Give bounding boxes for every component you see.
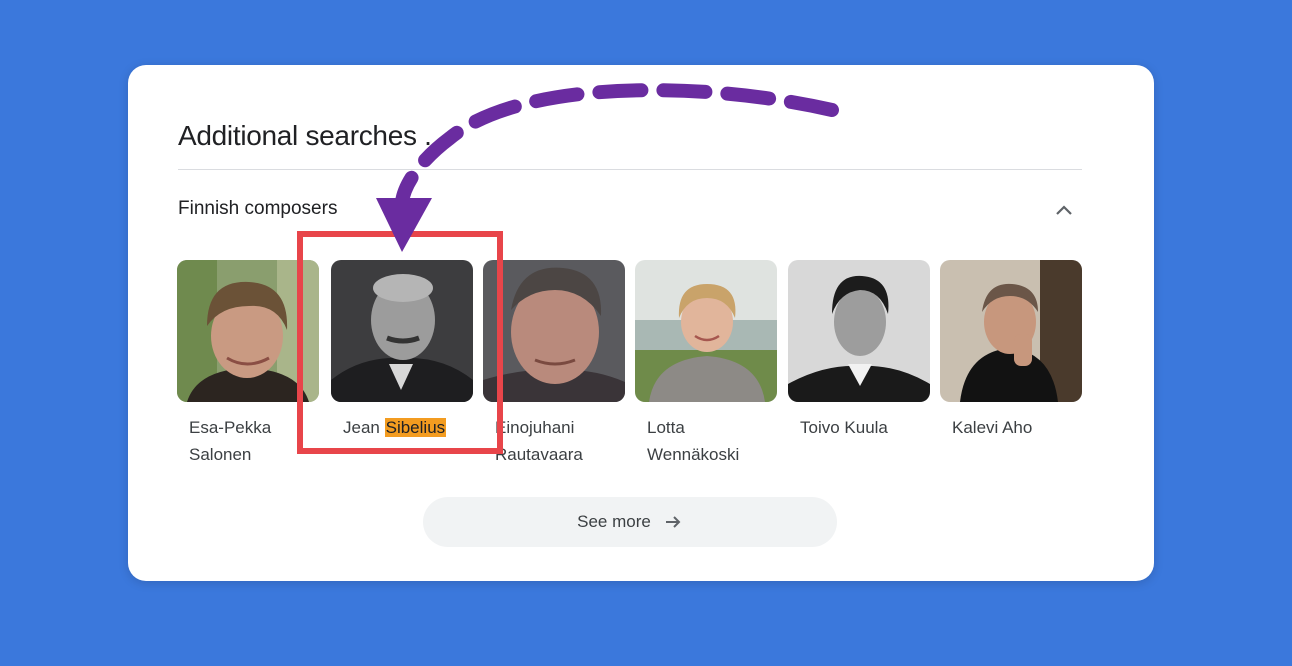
arrow-right-icon — [665, 516, 681, 528]
divider — [178, 169, 1082, 170]
person-name-line-2: Salonen — [189, 445, 252, 464]
person-photo — [940, 260, 1082, 402]
person-card-jean-sibelius[interactable]: Jean Sibelius — [331, 260, 473, 441]
person-name-line-1: Lotta — [647, 418, 685, 437]
person-name-line-2: Rautavaara — [495, 445, 583, 464]
person-name-line-1: Einojuhani — [495, 418, 575, 437]
person-name-line-1: Toivo Kuula — [800, 418, 888, 437]
person-name-line-2: Wennäkoski — [647, 445, 740, 464]
see-more-label: See more — [577, 512, 651, 531]
panel-title: Additional searches ... — [178, 120, 447, 151]
section-title: Finnish composers — [178, 198, 338, 219]
person-card-toivo-kuula[interactable]: Toivo Kuula — [788, 260, 930, 441]
person-card-kalevi-aho[interactable]: Kalevi Aho — [940, 260, 1082, 441]
additional-searches-panel: Additional searches ... Finnish composer… — [128, 65, 1154, 581]
person-card-esa-pekka-salonen[interactable]: Esa-Pekka Salonen — [177, 260, 319, 468]
person-photo — [177, 260, 319, 402]
person-photo — [635, 260, 777, 402]
person-name-highlighted: Sibelius — [384, 418, 447, 437]
person-photo — [483, 260, 625, 402]
person-photo — [788, 260, 930, 402]
person-card-einojuhani-rautavaara[interactable]: Einojuhani Rautavaara — [483, 260, 625, 468]
see-more-button[interactable]: See more — [423, 497, 837, 547]
person-card-lotta-wennakoski[interactable]: Lotta Wennäkoski — [635, 260, 777, 468]
person-name-first: Jean — [343, 418, 380, 437]
chevron-up-icon[interactable] — [1050, 199, 1078, 221]
person-name-line-1: Kalevi Aho — [952, 418, 1033, 437]
person-photo — [331, 260, 473, 402]
person-name-line-1: Esa-Pekka — [189, 418, 272, 437]
